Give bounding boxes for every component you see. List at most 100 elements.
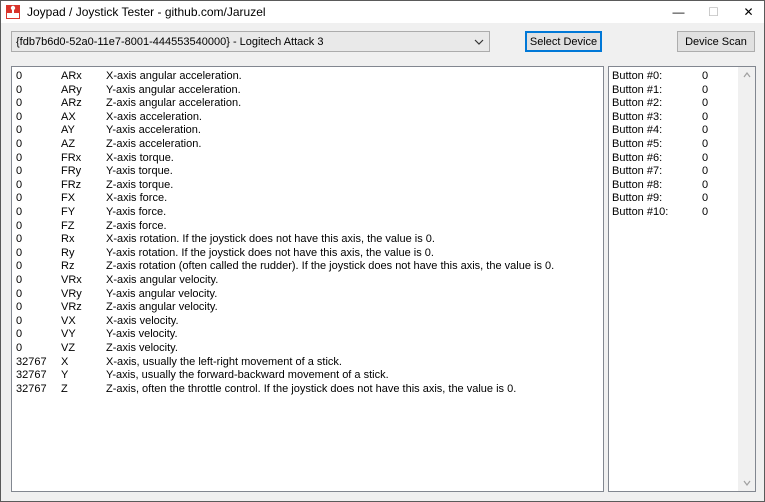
button-state-row: Button #7: 0 — [612, 165, 732, 179]
axis-name: VRx — [61, 274, 82, 286]
axis-description: X-axis torque. — [106, 151, 174, 164]
axis-name: AY — [61, 124, 75, 137]
axis-value: 0 — [16, 287, 23, 300]
axis-name: AZ — [61, 138, 76, 150]
axis-value: 32767 — [16, 382, 47, 395]
axis-value: 0 — [16, 83, 23, 96]
axis-name: VRy — [61, 287, 82, 300]
axis-name: ARz — [61, 97, 82, 110]
axis-value: 0 — [16, 178, 23, 191]
axis-description: Y-axis angular acceleration. — [106, 83, 241, 96]
app-window: Joypad / Joystick Tester - github.com/Ja… — [0, 0, 765, 502]
button-state-row: Button #2: 0 — [612, 97, 732, 111]
axis-name: VZ — [61, 342, 76, 354]
button-state-row: Button #8: 0 — [612, 179, 732, 193]
axis-value: 0 — [16, 70, 23, 82]
axis-name: VY — [61, 328, 76, 341]
axis-description: X-axis velocity. — [106, 314, 179, 327]
device-select[interactable]: {fdb7b6d0-52a0-11e7-8001-444553540000} -… — [11, 31, 490, 52]
axis-description: Z-axis force. — [106, 219, 167, 232]
button-value: 0 — [702, 178, 709, 191]
axis-value: 0 — [16, 151, 23, 164]
axis-description: X-axis, usually the left-right movement … — [106, 355, 342, 368]
button-state-row: Button #1: 0 — [612, 84, 732, 98]
axis-description: X-axis angular acceleration. — [106, 70, 242, 82]
device-scan-button[interactable]: Device Scan — [677, 31, 755, 52]
axis-value: 0 — [16, 192, 23, 205]
axes-list[interactable]: 0 ARx X-axis angular acceleration. 0 ARy Y-ax… — [11, 66, 604, 492]
axis-description: X-axis angular velocity. — [106, 274, 219, 286]
axis-value: 0 — [16, 260, 23, 273]
button-value: 0 — [702, 206, 709, 218]
button-name: Button #6: — [612, 151, 663, 164]
axis-description: X-axis rotation. If the joystick does no… — [106, 233, 435, 246]
title-bar[interactable]: Joypad / Joystick Tester - github.com/Ja… — [1, 1, 764, 23]
button-state-row: Button #9: 0 — [612, 192, 732, 206]
axis-value: 0 — [16, 219, 23, 232]
axis-value: 0 — [16, 246, 23, 259]
button-value: 0 — [702, 124, 709, 137]
button-state-row: Button #3: 0 — [612, 111, 732, 125]
axis-description: X-axis acceleration. — [106, 110, 202, 123]
button-value: 0 — [702, 138, 709, 150]
axis-name: FZ — [61, 219, 75, 232]
window-controls: — ☐ ✕ — [659, 1, 764, 23]
button-state-row: Button #10: 0 — [612, 206, 732, 220]
axis-description: Y-axis angular velocity. — [106, 287, 218, 300]
axis-name: X — [61, 355, 69, 368]
axis-description: Y-axis acceleration. — [106, 124, 201, 137]
buttons-list[interactable]: Button #0: 0 Button #1: 0 Button #2: 0 Button … — [608, 66, 756, 492]
axis-value: 0 — [16, 138, 23, 150]
axis-name: FX — [61, 192, 76, 205]
axis-value: 0 — [16, 165, 23, 178]
axis-name: AX — [61, 110, 76, 123]
axis-name: ARy — [61, 83, 82, 96]
button-state-row: Button #4: 0 — [612, 124, 732, 138]
axis-value: 0 — [16, 110, 23, 123]
device-select-value: {fdb7b6d0-52a0-11e7-8001-444553540000} -… — [16, 35, 324, 48]
axis-description: Y-axis torque. — [106, 165, 173, 178]
button-value: 0 — [702, 165, 709, 178]
axis-description: Y-axis rotation. If the joystick does no… — [106, 246, 434, 259]
joystick-icon — [5, 4, 21, 20]
axis-description: Z-axis rotation (often called the rudder… — [106, 260, 555, 273]
axis-name: FRy — [61, 165, 82, 178]
axis-name: Y — [61, 369, 69, 382]
button-name: Button #1: — [612, 83, 663, 96]
axis-value: 0 — [16, 97, 23, 110]
button-name: Button #7: — [612, 165, 663, 178]
axis-name: VX — [61, 314, 76, 327]
axis-description: Z-axis, often the throttle control. If t… — [106, 382, 517, 395]
axis-name: Rx — [61, 233, 75, 246]
axis-name: FRz — [61, 178, 82, 191]
vertical-scrollbar[interactable] — [738, 67, 755, 491]
axis-value: 0 — [16, 328, 23, 341]
chevron-up-icon[interactable] — [739, 67, 755, 83]
button-name: Button #2: — [612, 97, 663, 110]
axis-description: Z-axis angular acceleration. — [106, 97, 242, 110]
button-value: 0 — [702, 70, 709, 82]
close-button[interactable]: ✕ — [733, 1, 764, 23]
axis-value: 0 — [16, 206, 23, 218]
axis-description: Y-axis force. — [106, 206, 167, 218]
chevron-down-icon — [473, 36, 485, 48]
button-name: Button #10: — [612, 206, 669, 218]
axis-description: Z-axis angular velocity. — [106, 301, 218, 314]
axis-value: 32767 — [16, 355, 47, 368]
axis-value: 0 — [16, 274, 23, 286]
axis-name: FY — [61, 206, 76, 218]
axis-value: 0 — [16, 342, 23, 354]
chevron-down-icon[interactable] — [739, 475, 755, 491]
minimize-button[interactable]: — — [663, 1, 694, 23]
axis-value: 0 — [16, 301, 23, 314]
button-name: Button #0: — [612, 70, 663, 82]
maximize-button[interactable]: ☐ — [698, 1, 729, 23]
axis-description: Z-axis torque. — [106, 178, 174, 191]
axis-name: VRz — [61, 301, 82, 314]
button-value: 0 — [702, 83, 709, 96]
button-value: 0 — [702, 97, 709, 110]
button-name: Button #4: — [612, 124, 663, 137]
button-name: Button #5: — [612, 138, 663, 150]
axis-value: 0 — [16, 314, 23, 327]
select-device-button[interactable]: Select Device — [525, 31, 602, 52]
